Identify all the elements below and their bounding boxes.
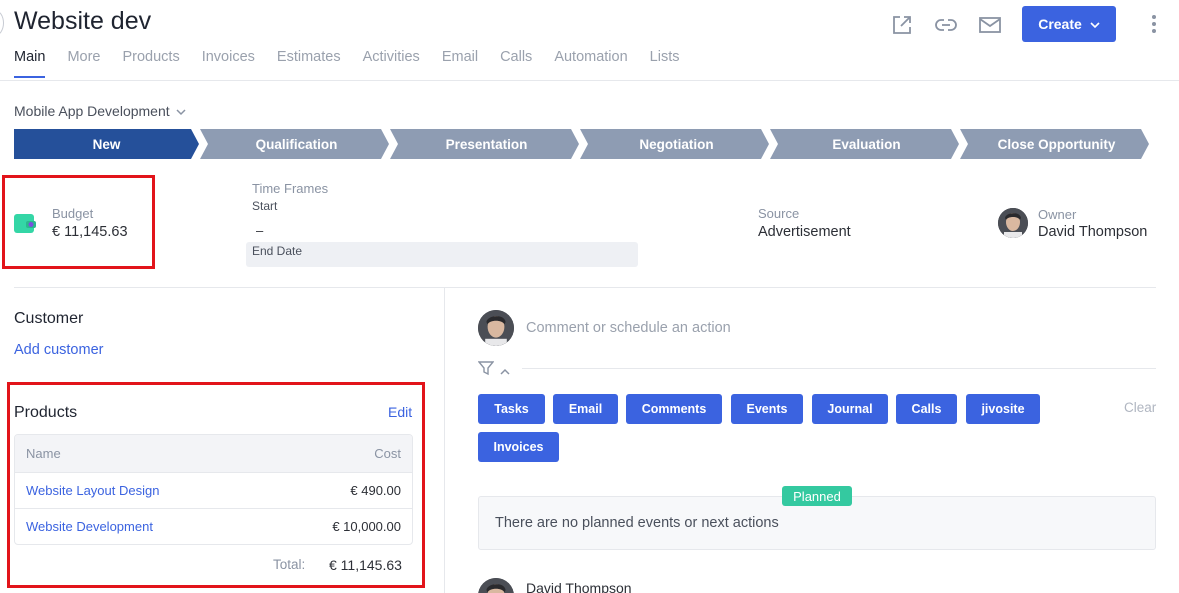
planned-badge: Planned [782,486,852,506]
stage-qualification[interactable]: Qualification [204,129,389,159]
tab-email[interactable]: Email [442,49,478,78]
product-name-link[interactable]: Website Layout Design [26,483,159,498]
table-header: Name Cost [15,435,412,472]
page-title: Website dev [14,7,152,35]
start-value[interactable]: – [256,223,263,238]
stage-evaluation[interactable]: Evaluation [774,129,959,159]
create-button[interactable]: Create [1022,6,1116,42]
mail-icon[interactable] [978,14,1002,36]
table-row: Website Layout Design € 490.00 [15,472,412,508]
stage-bar: New Qualification Presentation Negotiati… [14,129,1154,159]
pipeline-select[interactable]: Mobile App Development [14,103,186,119]
back-button[interactable] [0,10,4,36]
tab-more[interactable]: More [67,49,100,78]
filter-tasks-button[interactable]: Tasks [478,394,545,424]
stage-negotiation[interactable]: Negotiation [584,129,769,159]
create-label: Create [1038,16,1082,32]
stage-new[interactable]: New [14,129,199,159]
stage-presentation[interactable]: Presentation [394,129,579,159]
wallet-icon [14,212,38,234]
tab-lists[interactable]: Lists [650,49,680,78]
tab-main[interactable]: Main [14,49,46,78]
planned-empty-text: There are no planned events or next acti… [495,515,779,531]
source-value[interactable]: Advertisement [758,224,851,240]
tab-bar: Main More Products Invoices Estimates Ac… [14,49,680,78]
product-name-link[interactable]: Website Development [26,519,153,534]
product-cost: € 10,000.00 [332,519,401,534]
total-value: € 11,145.63 [329,557,402,573]
chevron-down-icon [176,103,186,119]
clear-filters-link[interactable]: Clear [1124,400,1156,415]
budget-value: € 11,145.63 [52,224,128,240]
external-link-icon[interactable] [891,14,913,36]
products-title: Products [14,404,78,421]
end-date-label: End Date [252,244,303,258]
table-row: Website Development € 10,000.00 [15,508,412,544]
stage-close-opportunity[interactable]: Close Opportunity [964,129,1149,159]
filter-events-button[interactable]: Events [731,394,803,424]
current-user-avatar [478,310,514,346]
source-label: Source [758,206,800,221]
owner-value[interactable]: David Thompson [1038,224,1147,240]
filter-comments-button[interactable]: Comments [626,394,722,424]
total-label: Total: [273,557,306,572]
filter-journal-button[interactable]: Journal [812,394,888,424]
filter-email-button[interactable]: Email [553,394,618,424]
feed-author-avatar [478,578,514,593]
product-cost: € 490.00 [350,483,401,498]
filter-jivosite-button[interactable]: jivosite [966,394,1040,424]
owner-label: Owner [1038,207,1077,222]
filter-invoices-button[interactable]: Invoices [478,432,559,462]
link-icon[interactable] [934,14,958,36]
end-date-field[interactable] [246,242,638,267]
tabs-divider [0,80,1179,81]
products-edit-link[interactable]: Edit [388,404,412,420]
products-table: Name Cost Website Layout Design € 490.00… [14,434,413,545]
start-label: Start [252,199,278,213]
tab-automation[interactable]: Automation [554,49,627,78]
tab-estimates[interactable]: Estimates [277,49,341,78]
info-divider [14,287,1156,288]
tab-activities[interactable]: Activities [363,49,420,78]
budget-label: Budget [52,206,94,221]
feed-author-name[interactable]: David Thompson [526,580,632,593]
chevron-up-icon[interactable] [499,364,511,382]
filter-icon[interactable] [477,360,495,381]
filter-divider [522,368,1156,369]
pipeline-select-value: Mobile App Development [14,103,170,119]
tab-invoices[interactable]: Invoices [202,49,255,78]
filter-calls-button[interactable]: Calls [896,394,957,424]
col-name-header: Name [26,446,61,461]
chevron-down-icon [1090,16,1100,32]
timeframes-label: Time Frames [252,181,329,196]
owner-avatar [998,208,1028,238]
customer-title: Customer [14,310,84,327]
col-cost-header: Cost [374,446,401,461]
tab-products[interactable]: Products [122,49,179,78]
column-divider [444,288,445,593]
more-menu-icon[interactable] [1146,12,1162,36]
comment-input[interactable]: Comment or schedule an action [526,320,731,336]
tab-calls[interactable]: Calls [500,49,532,78]
add-customer-link[interactable]: Add customer [14,342,103,358]
